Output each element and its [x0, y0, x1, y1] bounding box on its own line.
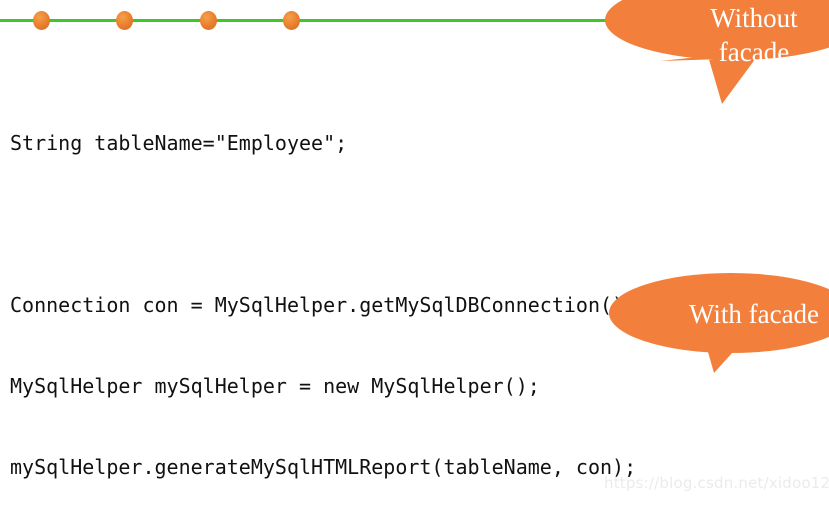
green-rule-line	[0, 19, 612, 22]
callout-with-facade: With facade	[604, 273, 829, 403]
code-line: String tableName="Employee";	[10, 131, 348, 155]
orange-dot-icon	[283, 11, 300, 30]
orange-dot-icon	[33, 11, 50, 30]
slide-canvas: String tableName="Employee"; Connection …	[0, 0, 829, 505]
orange-dot-icon	[200, 11, 217, 30]
orange-dot-icon	[116, 11, 133, 30]
watermark-text: https://blog.csdn.net/xidoo1234	[604, 474, 829, 492]
callout-without-facade: Without facade	[600, 0, 829, 119]
